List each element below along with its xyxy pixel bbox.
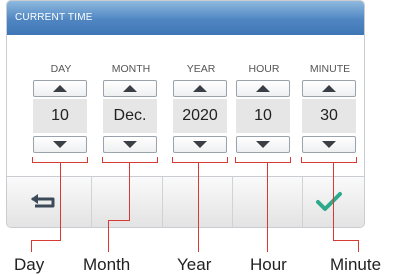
day-label: DAY: [50, 63, 72, 75]
return-arrow-icon: [31, 194, 55, 208]
triangle-up-icon: [256, 85, 270, 92]
year-label: YEAR: [186, 63, 216, 75]
month-callout-line: [129, 162, 130, 220]
day-callout-line: [60, 162, 61, 240]
year-increment-button[interactable]: [173, 80, 227, 97]
minute-callout-line: [333, 240, 359, 241]
minute-label: MINUTE: [309, 63, 351, 75]
triangle-down-icon: [53, 141, 67, 148]
minute-callout-label: Minute: [330, 255, 382, 274]
year-callout-label: Year: [177, 255, 212, 274]
minute-field: MINUTE 30: [300, 35, 360, 176]
month-callout-bracket: [102, 157, 158, 163]
triangle-up-icon: [322, 85, 336, 92]
title-bar: CURRENT TIME: [7, 1, 364, 36]
month-decrement-button[interactable]: [103, 136, 157, 153]
hour-callout-line: [267, 162, 268, 252]
day-increment-button[interactable]: [33, 80, 87, 97]
time-fields: DAY 10 MONTH Dec. YEAR 2020 HOUR 10 MINU…: [7, 35, 364, 176]
confirm-button[interactable]: [294, 177, 364, 227]
hour-field: HOUR 10: [234, 35, 294, 176]
month-callout-line: [108, 220, 109, 252]
day-callout-line: [31, 240, 32, 252]
day-callout-line: [31, 240, 61, 241]
screen-title: CURRENT TIME: [15, 12, 93, 23]
month-field: MONTH Dec.: [101, 35, 161, 176]
hour-label: HOUR: [248, 63, 280, 75]
hour-callout-label: Hour: [250, 255, 287, 274]
year-decrement-button[interactable]: [173, 136, 227, 153]
hour-decrement-button[interactable]: [236, 136, 290, 153]
year-callout-line: [198, 162, 199, 252]
hour-callout-bracket: [235, 157, 291, 163]
day-decrement-button[interactable]: [33, 136, 87, 153]
minute-callout-line: [333, 162, 334, 240]
month-label: MONTH: [111, 63, 151, 75]
month-callout-line: [108, 220, 130, 221]
year-value: 2020: [173, 99, 227, 133]
day-field: DAY 10: [31, 35, 91, 176]
back-button[interactable]: [7, 177, 77, 227]
hour-value: 10: [236, 99, 290, 133]
triangle-down-icon: [256, 141, 270, 148]
triangle-up-icon: [193, 85, 207, 92]
minute-value: 30: [302, 99, 356, 133]
month-value: Dec.: [103, 99, 157, 133]
month-callout-label: Month: [83, 255, 131, 274]
year-callout-bracket: [172, 157, 228, 163]
triangle-down-icon: [322, 141, 336, 148]
triangle-up-icon: [123, 85, 137, 92]
day-value: 10: [33, 99, 87, 133]
minute-callout-line: [358, 240, 359, 252]
day-callout-label: Day: [14, 255, 45, 274]
minute-callout-bracket: [301, 157, 357, 163]
hour-increment-button[interactable]: [236, 80, 290, 97]
minute-decrement-button[interactable]: [302, 136, 356, 153]
triangle-up-icon: [53, 85, 67, 92]
triangle-down-icon: [193, 141, 207, 148]
checkmark-icon: [316, 192, 342, 211]
minute-increment-button[interactable]: [302, 80, 356, 97]
triangle-down-icon: [123, 141, 137, 148]
year-field: YEAR 2020: [171, 35, 231, 176]
month-increment-button[interactable]: [103, 80, 157, 97]
